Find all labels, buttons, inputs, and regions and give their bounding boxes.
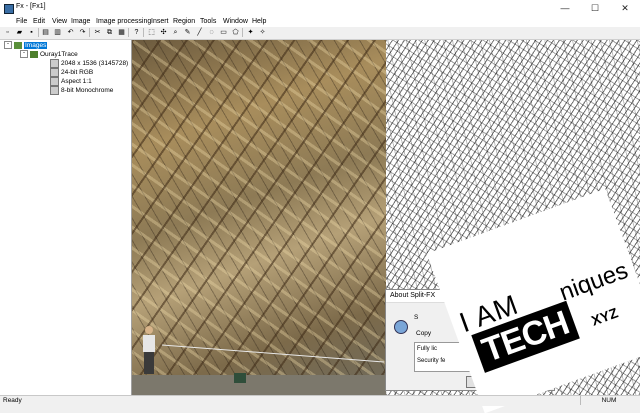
photo-detail: [132, 326, 386, 395]
undo-icon[interactable]: ↶: [66, 28, 75, 37]
num-lock-indicator: NUM: [580, 396, 637, 405]
magic-wand-icon[interactable]: ✧: [258, 28, 267, 37]
toolbar-separator: [89, 28, 90, 37]
app-icon: [4, 4, 14, 14]
new-file-icon[interactable]: ▫: [3, 28, 12, 37]
menu-bar: File Edit View Image Image processing In…: [0, 16, 640, 27]
close-button[interactable]: ✕: [610, 0, 640, 16]
measuring-tape: [161, 344, 385, 363]
property-icon: [50, 68, 59, 77]
status-bar: Ready NUM: [0, 395, 640, 406]
property-icon: [50, 77, 59, 86]
backpack: [234, 373, 246, 383]
image-tree: - Images - Ouray1Trace 2048 x 1536 (314572…: [0, 40, 132, 395]
collapse-toggle[interactable]: -: [4, 41, 12, 50]
menu-image[interactable]: Image: [69, 16, 92, 27]
toolbar-separator: [38, 28, 39, 37]
lasso-icon[interactable]: ◌: [207, 28, 216, 37]
open-folder-icon[interactable]: ▰: [15, 28, 24, 37]
zoom-icon[interactable]: ⌕: [171, 28, 180, 37]
cut-icon[interactable]: ✂: [93, 28, 102, 37]
window-title: Fx - [Fx1]: [16, 3, 46, 10]
property-icon: [50, 59, 59, 68]
toolbar: ▫ ▰ ▪ ▤ ▥ ↶ ↷ ✂ ⧉ ▦ ? ⬚ ✣ ⌕ ✎ ╱ ◌ ▭ ⬠ ✦ …: [0, 27, 640, 40]
toolbar-separator: [143, 28, 144, 37]
print-preview-icon[interactable]: ▥: [53, 28, 62, 37]
tree-node-ouray1trace[interactable]: - Ouray1Trace: [20, 50, 78, 59]
person-legs: [144, 352, 154, 374]
status-text: Ready: [3, 397, 22, 404]
tree-property: 2048 x 1536 (3145728): [48, 59, 128, 68]
tree-node-label: Ouray1Trace: [40, 51, 78, 58]
app-logo-icon: [394, 320, 408, 334]
license-text: Fully lic: [417, 346, 438, 352]
image-icon: [30, 50, 38, 58]
trace-icon[interactable]: ✦: [246, 28, 255, 37]
menu-region[interactable]: Region: [171, 16, 197, 27]
person-shirt: [143, 335, 155, 352]
about-name: S: [414, 314, 419, 321]
collapse-toggle[interactable]: -: [20, 50, 28, 59]
maximize-button[interactable]: ☐: [580, 0, 610, 16]
toolbar-separator: [128, 28, 129, 37]
tree-property: Aspect 1:1: [48, 77, 92, 86]
help-icon[interactable]: ?: [132, 28, 141, 37]
move-icon[interactable]: ✣: [159, 28, 168, 37]
menu-edit[interactable]: Edit: [31, 16, 47, 27]
save-icon[interactable]: ▪: [27, 28, 36, 37]
menu-image-processing[interactable]: Image processing: [94, 16, 153, 27]
title-bar: Fx - [Fx1] — ☐ ✕: [0, 0, 640, 17]
rectangle-icon[interactable]: ▭: [219, 28, 228, 37]
line-icon[interactable]: ╱: [195, 28, 204, 37]
pencil-icon[interactable]: ✎: [183, 28, 192, 37]
redo-icon[interactable]: ↷: [78, 28, 87, 37]
menu-insert[interactable]: Insert: [149, 16, 171, 27]
tree-property: 24-bit RGB: [48, 68, 93, 77]
property-icon: [50, 86, 59, 95]
menu-file[interactable]: File: [14, 16, 29, 27]
tree-property: 8-bit Monochrome: [48, 86, 113, 95]
tree-node-images[interactable]: - Images: [4, 41, 48, 50]
tree-node-label: Images: [24, 42, 48, 49]
menu-view[interactable]: View: [50, 16, 69, 27]
copy-icon[interactable]: ⧉: [105, 28, 114, 37]
paste-icon[interactable]: ▦: [117, 28, 126, 37]
minimize-button[interactable]: —: [550, 0, 580, 16]
ground: [132, 375, 386, 395]
menu-window[interactable]: Window: [221, 16, 250, 27]
dialog-title: About Split-FX: [390, 292, 436, 299]
menu-help[interactable]: Help: [250, 16, 268, 27]
images-folder-icon: [14, 41, 22, 49]
person-head: [145, 326, 153, 334]
toolbar-separator: [242, 28, 243, 37]
polygon-icon[interactable]: ⬠: [231, 28, 240, 37]
print-icon[interactable]: ▤: [41, 28, 50, 37]
security-text: Security fe: [417, 358, 446, 364]
about-copyright: Copy: [416, 330, 432, 337]
select-icon[interactable]: ⬚: [147, 28, 156, 37]
rock-photo: [132, 40, 386, 395]
menu-tools[interactable]: Tools: [198, 16, 218, 27]
